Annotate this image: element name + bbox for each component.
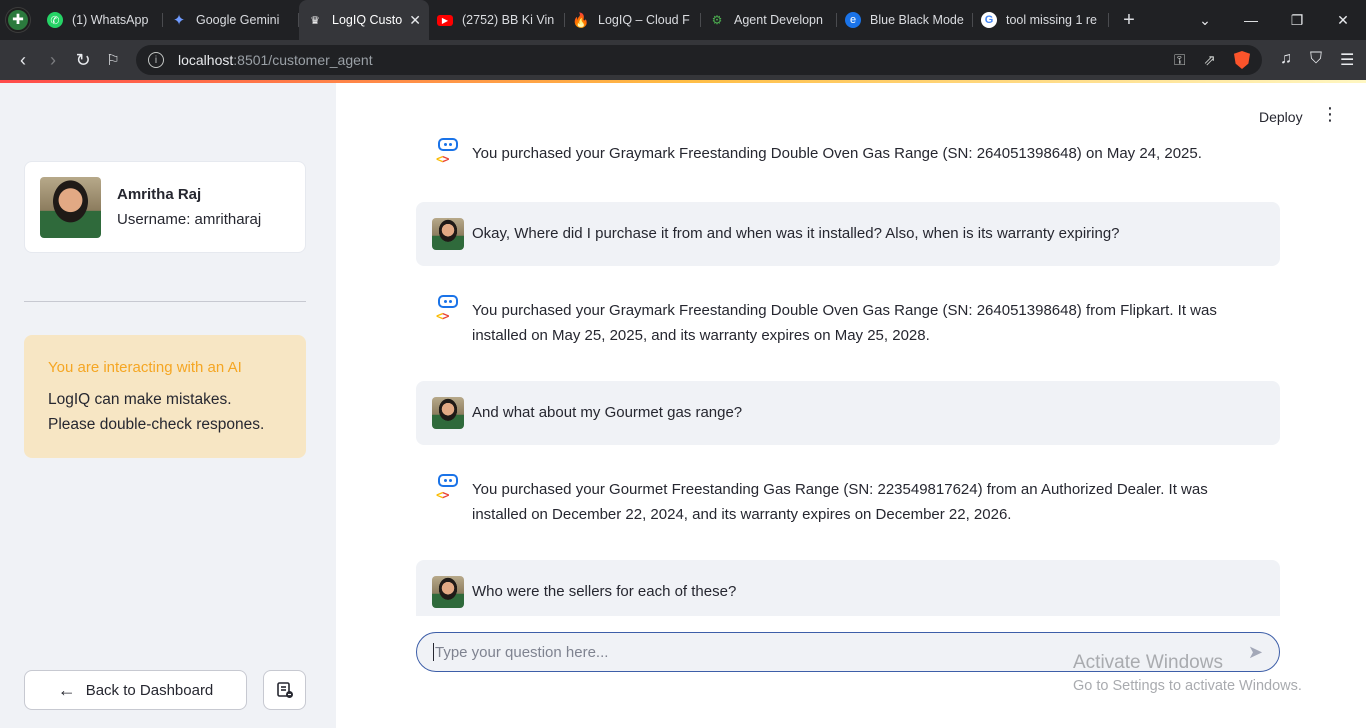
vpn-shield-icon[interactable]: ⛉ <box>1310 50 1322 70</box>
message-text: Okay, Where did I purchase it from and w… <box>472 225 1120 242</box>
url-host: localhost <box>178 52 234 68</box>
sidebar-divider <box>24 301 306 302</box>
reload-icon[interactable]: ↻ <box>68 50 98 71</box>
tab-title: (2752) BB Ki Vin <box>462 13 555 27</box>
chat-input-container: ➤ <box>416 632 1280 672</box>
browser-toolbar: ‹ › ↻ ⚐ i localhost:8501/customer_agent … <box>0 40 1366 80</box>
tab-google-search[interactable]: G tool missing 1 re <box>973 4 1109 36</box>
tab-title: Blue Black Mode <box>870 13 964 27</box>
new-tab-icon[interactable]: + <box>1115 9 1143 32</box>
tab-title: Google Gemini <box>196 13 280 27</box>
message-text: You purchased your Gourmet Freestanding … <box>472 481 1208 523</box>
bot-avatar-icon: <> <box>432 295 464 327</box>
address-bar[interactable]: i localhost:8501/customer_agent ⚿ ⇗ <box>136 45 1262 75</box>
back-to-dashboard-button[interactable]: ← Back to Dashboard <box>24 670 247 710</box>
window-controls: ⌄ — ❐ ✕ <box>1182 12 1366 29</box>
message-text: And what about my Gourmet gas range? <box>472 404 743 421</box>
tab-blue-black-mode[interactable]: e Blue Black Mode <box>837 4 973 36</box>
bookmark-icon[interactable]: ⚐ <box>98 51 128 69</box>
profile-card: Amritha Raj Username: amritharaj <box>24 161 306 253</box>
tab-firebase[interactable]: 🔥 LogIQ – Cloud F <box>565 4 701 36</box>
chat-message-assistant: <> You purchased your Graymark Freestand… <box>416 138 1280 170</box>
tab-logiq-customer[interactable]: ♛ LogIQ Custo ✕ <box>299 0 429 40</box>
edge-icon: e <box>845 12 861 28</box>
tab-search-chevron-icon[interactable]: ⌄ <box>1182 12 1228 29</box>
share-icon[interactable]: ⇗ <box>1203 51 1216 69</box>
whatsapp-icon: ✆ <box>47 12 63 28</box>
google-icon: G <box>981 12 997 28</box>
url-path: :8501/customer_agent <box>233 52 373 68</box>
site-info-icon[interactable]: i <box>148 52 164 68</box>
message-text: You purchased your Graymark Freestanding… <box>472 302 1217 344</box>
tab-whatsapp[interactable]: ✆ (1) WhatsApp <box>39 4 163 36</box>
tab-title: LogIQ – Cloud F <box>598 13 690 27</box>
streamlit-icon: ♛ <box>310 14 320 27</box>
firebase-icon: 🔥 <box>572 11 590 28</box>
profile-name: Amritha Raj <box>117 186 202 203</box>
youtube-icon: ▶ <box>437 14 453 26</box>
bot-avatar-icon: <> <box>432 138 464 170</box>
agent-icon: ⚙ <box>711 13 723 27</box>
chat-message-assistant: <> You purchased your Gourmet Freestandi… <box>416 474 1280 527</box>
back-button-label: Back to Dashboard <box>85 681 214 699</box>
chat-message-user: And what about my Gourmet gas range? <box>416 381 1280 445</box>
password-key-icon[interactable]: ⚿ <box>1174 52 1185 69</box>
text-caret <box>433 643 434 661</box>
gemini-icon: ✦ <box>172 12 186 29</box>
sidebar: Amritha Raj Username: amritharaj You are… <box>0 83 336 728</box>
user-avatar <box>432 397 464 429</box>
tab-agent-development[interactable]: ⚙ Agent Developn <box>701 4 837 36</box>
restore-icon[interactable]: ❐ <box>1274 12 1320 29</box>
brave-shield-icon[interactable] <box>1234 51 1250 69</box>
message-text: Who were the sellers for each of these? <box>472 583 737 600</box>
arrow-left-icon: ← <box>57 679 76 700</box>
tab-title: LogIQ Custo <box>332 13 403 27</box>
tab-youtube[interactable]: ▶ (2752) BB Ki Vin <box>429 4 565 36</box>
ai-notice-card: You are interacting with an AI LogIQ can… <box>24 335 306 458</box>
close-window-icon[interactable]: ✕ <box>1320 12 1366 29</box>
list-clear-icon <box>276 682 293 698</box>
profile-username: Username: amritharaj <box>117 211 262 228</box>
deploy-button[interactable]: Deploy <box>1259 109 1303 125</box>
chat-message-user: Who were the sellers for each of these? <box>416 560 1280 616</box>
avatar <box>40 176 101 238</box>
chat-input[interactable] <box>435 643 1248 661</box>
ai-notice-title: You are interacting with an AI <box>48 359 242 376</box>
user-avatar <box>432 218 464 250</box>
chat-message-assistant: <> You purchased your Graymark Freestand… <box>416 295 1280 348</box>
minimize-icon[interactable]: — <box>1228 12 1274 28</box>
clear-chat-button[interactable] <box>263 670 306 710</box>
main-content: Deploy ⋮ <> You purchased your Graymark … <box>336 83 1366 728</box>
tab-title: (1) WhatsApp <box>72 13 149 27</box>
tab-title: Agent Developn <box>734 13 823 27</box>
browser-profile-icon[interactable]: ✚ <box>6 8 30 32</box>
close-tab-icon[interactable]: ✕ <box>403 12 421 29</box>
user-avatar <box>432 576 464 608</box>
bot-avatar-icon: <> <box>432 474 464 506</box>
browser-tab-bar: ✚ ✆ (1) WhatsApp ✦ Google Gemini ♛ LogIQ… <box>0 0 1366 40</box>
tab-title: tool missing 1 re <box>1006 13 1098 27</box>
media-icon[interactable]: ♫ <box>1280 50 1292 70</box>
forward-icon[interactable]: › <box>38 50 68 71</box>
more-options-icon[interactable]: ⋮ <box>1321 105 1339 123</box>
back-icon[interactable]: ‹ <box>8 50 38 71</box>
chat-message-user: Okay, Where did I purchase it from and w… <box>416 202 1280 266</box>
ai-notice-body: LogIQ can make mistakes. Please double-c… <box>48 391 265 433</box>
send-icon[interactable]: ➤ <box>1248 642 1263 663</box>
menu-icon[interactable]: ☰ <box>1340 50 1354 70</box>
message-text: You purchased your Graymark Freestanding… <box>472 145 1202 162</box>
tab-gemini[interactable]: ✦ Google Gemini <box>163 4 299 36</box>
